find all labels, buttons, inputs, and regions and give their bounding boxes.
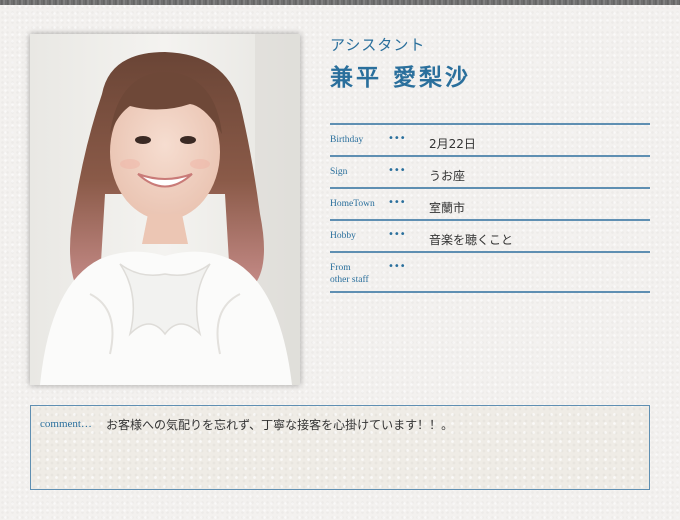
dots-separator: ••• [388, 229, 406, 240]
profile-label: From other staff [330, 263, 369, 285]
dots-separator: ••• [388, 133, 406, 144]
profile-value: 室蘭市 [429, 201, 466, 215]
profile-row-hobby: Hobby ••• 音楽を聴くこと [330, 221, 650, 253]
profile-row-hometown: HomeTown ••• 室蘭市 [330, 189, 650, 221]
comment-label: comment… [40, 418, 92, 430]
profile-value: 2月22日 [429, 137, 476, 151]
dots-separator: ••• [388, 165, 406, 176]
profile-value: うお座 [429, 169, 466, 183]
profile-value: 音楽を聴くこと [429, 233, 514, 247]
staff-role: アシスタント [330, 36, 426, 54]
top-border [0, 0, 680, 5]
staff-name: 兼平 愛梨沙 [330, 65, 472, 91]
profile-label: Hobby [330, 231, 356, 241]
profile-row-from-other-staff: From other staff ••• [330, 253, 650, 293]
profile-row-sign: Sign ••• うお座 [330, 157, 650, 189]
profile-label: Sign [330, 167, 348, 177]
profile-label: Birthday [330, 135, 364, 145]
profile-table: Birthday ••• 2月22日 Sign ••• うお座 HomeTown… [330, 123, 650, 293]
comment-text: お客様への気配りを忘れず、丁寧な接客を心掛けています！！。 [106, 418, 454, 432]
profile-row-birthday: Birthday ••• 2月22日 [330, 125, 650, 157]
staff-photo [30, 34, 300, 385]
comment-box: comment… お客様への気配りを忘れず、丁寧な接客を心掛けています！！。 [30, 405, 650, 490]
dots-separator: ••• [388, 261, 406, 272]
dots-separator: ••• [388, 197, 406, 208]
profile-label: HomeTown [330, 199, 375, 209]
